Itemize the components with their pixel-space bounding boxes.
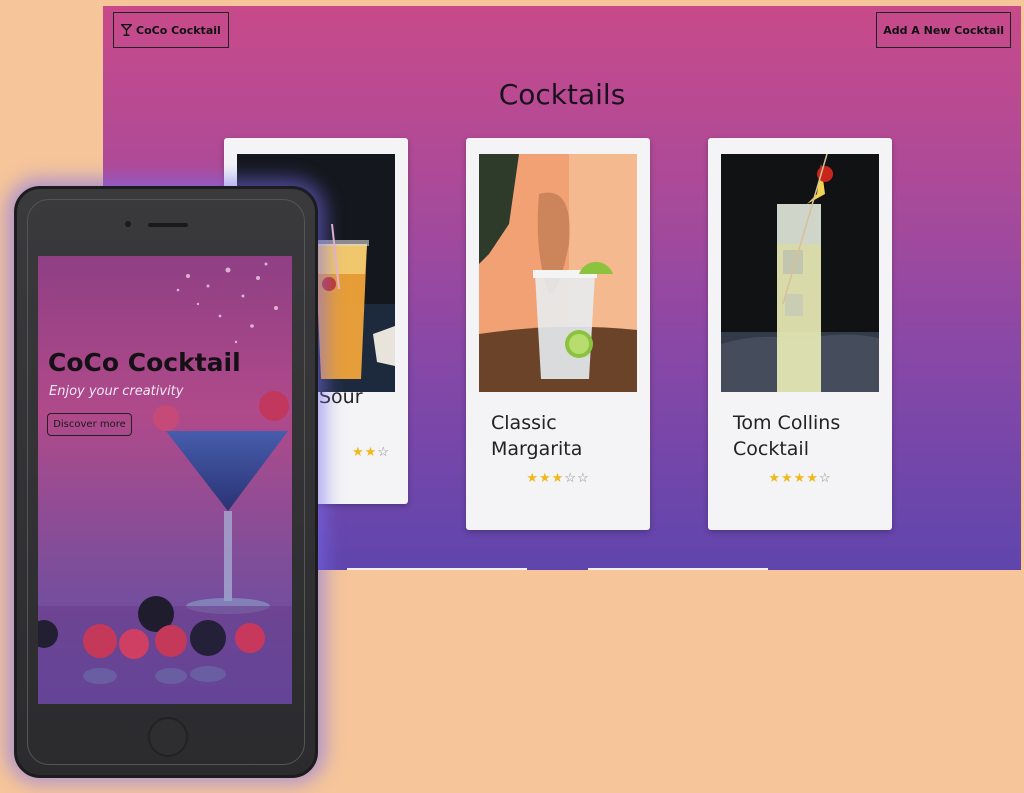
phone-mockup: CoCo Cocktail Enjoy your creativity Disc… [14, 186, 318, 778]
cocktail-glass-icon [121, 24, 132, 36]
cocktail-photo [721, 154, 879, 392]
cocktail-photo [479, 154, 637, 392]
hero-subtitle: Enjoy your creativity [49, 384, 184, 399]
brand-label: CoCo Cocktail [136, 23, 221, 37]
phone-screen: CoCo Cocktail Enjoy your creativity Disc… [38, 256, 292, 704]
rating-stars: ★★★★☆ [768, 470, 832, 485]
cocktail-card[interactable]: Classic Margarita ★★★☆☆ [466, 138, 650, 530]
rating-stars: ★★★☆☆ [526, 470, 590, 485]
brand-button[interactable]: CoCo Cocktail [113, 12, 229, 48]
next-card-edge [588, 568, 768, 570]
speaker-grille [148, 223, 188, 227]
cocktail-name: Tom Collins Cocktail [733, 412, 841, 460]
next-card-edge [347, 568, 527, 570]
cocktail-name: Classic Margarita [491, 412, 583, 460]
hero-title: CoCo Cocktail [48, 348, 241, 377]
cocktail-card[interactable]: Tom Collins Cocktail ★★★★☆ [708, 138, 892, 530]
camera-icon [125, 221, 131, 227]
home-button[interactable] [148, 717, 188, 757]
discover-more-button[interactable]: Discover more [47, 413, 132, 436]
page-title: Cocktails [498, 78, 626, 111]
hero-cocktail-image [38, 262, 292, 704]
add-cocktail-button[interactable]: Add A New Cocktail [876, 12, 1011, 48]
